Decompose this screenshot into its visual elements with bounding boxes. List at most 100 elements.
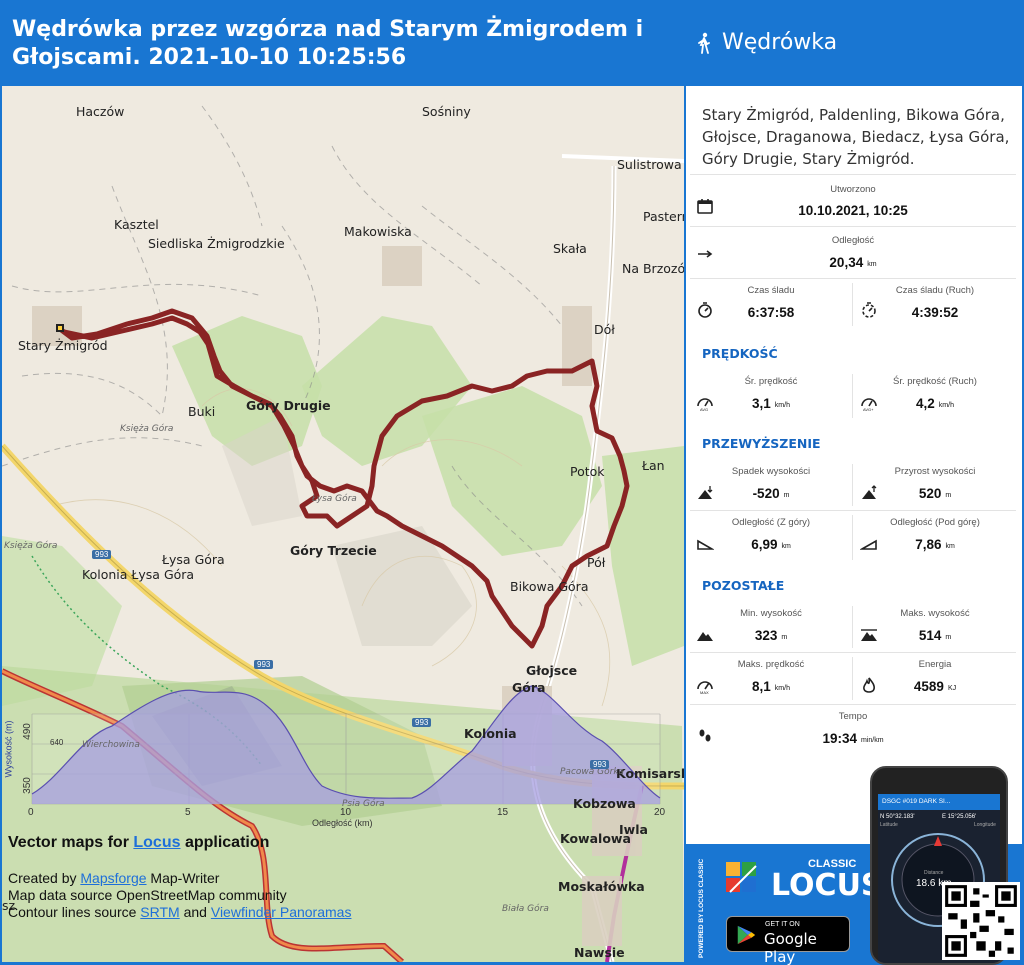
road-shield-993: 993 <box>590 760 610 769</box>
elevation-xtick: 5 <box>185 807 191 818</box>
google-play-badge[interactable]: GET IT ON Google Play <box>726 916 850 965</box>
map-view[interactable]: Haczów Sośniny Sulistrowa Kasztel Siedli… <box>2 86 684 962</box>
place-pol: Pół <box>587 555 606 570</box>
qr-code-icon <box>942 882 1020 960</box>
route-summary: Stary Żmigród, Paldenling, Bikowa Góra, … <box>702 106 1010 168</box>
place-lysa-gora-small: Łysa Góra <box>312 494 357 504</box>
credits-title: Vector maps for Locus application <box>8 834 408 852</box>
divider <box>852 464 853 506</box>
stat-dist-up-value-wrap: 7,86 km <box>854 537 1016 552</box>
stat-pace-value: 19:34 <box>822 731 857 746</box>
place-haczow: Haczów <box>76 104 125 119</box>
locus-link[interactable]: Locus <box>133 834 180 851</box>
stat-dist-down-value: 6,99 <box>751 537 778 552</box>
place-ksieza-gora: Księża Góra <box>120 424 174 434</box>
place-bikowa-gora: Bikowa Góra <box>510 579 589 594</box>
stats-panel: Stary Żmigród, Paldenling, Bikowa Góra, … <box>686 86 1022 844</box>
road-shield-993: 993 <box>412 718 432 727</box>
stat-distance-value-wrap: 20,34 km <box>690 255 1016 270</box>
place-sosniny: Sośniny <box>422 104 471 119</box>
elevation-xtick: 20 <box>654 807 666 818</box>
stat-min-elev-cell: Min. wysokość 323 m <box>690 602 852 652</box>
stat-distance-unit: km <box>867 261 877 268</box>
stat-avg-speed-moving-cell: AVG+ Śr. prędkość (Ruch) 4,2 km/h <box>854 370 1016 422</box>
stat-ascent-unit: m <box>945 492 952 499</box>
section-other: POZOSTAŁE <box>702 578 785 593</box>
place-na-brzozow: Na Brzozów <box>622 261 684 276</box>
place-gory-drugie: Góry Drugie <box>246 398 331 413</box>
stat-max-speed-label: Maks. prędkość <box>737 659 805 670</box>
place-makowiska: Makowiska <box>344 224 412 239</box>
phone-distance-label: Distance <box>924 870 944 876</box>
place-glojsce: Głojsce <box>526 663 578 678</box>
powered-by-label: POWERED BY LOCUS CLASSIC <box>698 858 705 958</box>
stat-ascent-cell: Przyrost wysokości 520 m <box>854 460 1016 510</box>
stat-elevation-range: Min. wysokość 323 m Maks. wysokość 514 m <box>690 602 1016 652</box>
credits-title-suffix: application <box>180 834 270 851</box>
place-kasztel: Kasztel <box>114 217 159 232</box>
stat-pace-unit: min/km <box>860 737 884 744</box>
credits-title-prefix: Vector maps for <box>8 834 134 851</box>
stat-descent-unit: m <box>783 492 790 499</box>
place-potok: Potok <box>570 464 605 479</box>
stat-max-elev-unit: m <box>945 634 952 641</box>
place-komisarskie: Komisarskie <box>616 766 684 781</box>
elevation-ytick: 490 <box>21 723 33 740</box>
stat-pace-cell: Tempo 19:34 min/km <box>690 705 1016 756</box>
stat-energy-unit: KJ <box>947 685 957 692</box>
root: Wędrówka przez wzgórza nad Starym Żmigro… <box>0 0 1024 965</box>
elevation-ylabel: Wysokość (m) <box>3 720 14 778</box>
divider <box>852 606 853 648</box>
stat-descent-cell: Spadek wysokości -520 m <box>690 460 852 510</box>
stat-avg-speed-value-wrap: 3,1 km/h <box>690 396 852 411</box>
stat-dist-down-label: Odległość (Z góry) <box>731 517 811 528</box>
place-biala-gora: Biała Góra <box>502 904 549 914</box>
credits-line-3: Contour lines source SRTM and Viewfinder… <box>8 904 408 921</box>
locus-promo: POWERED BY LOCUS CLASSIC CLASSIC LOCUS G… <box>684 766 1024 965</box>
stat-avg-speed-cell: AVG Śr. prędkość 3,1 km/h <box>690 370 852 422</box>
stat-ascent-label: Przyrost wysokości <box>894 466 976 477</box>
stat-dist-up-unit: km <box>945 543 955 550</box>
place-pastern: Pastern <box>643 209 684 224</box>
stat-slope-distance: Odległość (Z góry) 6,99 km Odległość (Pod… <box>690 510 1016 564</box>
track-title: Wędrówka przez wzgórza nad Starym Żmigro… <box>12 17 644 70</box>
mapsforge-link[interactable]: Mapsforge <box>80 870 146 886</box>
stat-distance-value: 20,34 <box>829 255 864 270</box>
phone-longitude: Longitude <box>974 822 996 828</box>
stat-created: Utworzono 10.10.2021, 10:25 <box>690 174 1016 224</box>
phone-coord-e: E 15°25.056' <box>942 814 977 820</box>
place-buki: Buki <box>188 404 216 419</box>
stat-energy-label: Energia <box>918 659 952 670</box>
place-nawsie: Nawsie <box>574 945 625 960</box>
place-kowalowa: Kowalowa <box>560 831 631 846</box>
stat-min-elev-value-wrap: 323 m <box>690 628 852 643</box>
elevation-xlabel: Odległość (km) <box>312 818 373 828</box>
viewfinder-link[interactable]: Viewfinder Panoramas <box>211 904 352 920</box>
credits-line1-suffix: Map-Writer <box>146 870 220 886</box>
place-lysa-gora: Łysa Góra <box>162 552 225 567</box>
stat-track-time-moving-cell: Czas śladu (Ruch) 4:39:52 <box>854 279 1016 330</box>
road-shield-993: 993 <box>254 660 274 669</box>
credits-line3-prefix: Contour lines source <box>8 904 141 920</box>
stat-min-elev-unit: m <box>781 634 788 641</box>
divider <box>852 515 853 560</box>
stat-max-elev-value-wrap: 514 m <box>854 628 1016 643</box>
credits-line-2: Map data source OpenStreetMap community <box>8 887 287 903</box>
stat-distance-cell: Odległość 20,34 km <box>690 227 1016 276</box>
srtm-link[interactable]: SRTM <box>140 904 179 920</box>
place-sulistrowa: Sulistrowa <box>617 157 682 172</box>
stat-pace-value-wrap: 19:34 min/km <box>690 731 1016 746</box>
stat-track-time-cell: Czas śladu 6:37:58 <box>690 279 852 330</box>
stat-dist-down-unit: km <box>781 543 791 550</box>
stat-descent-label: Spadek wysokości <box>731 466 811 477</box>
activity-type-label: Wędrówka <box>722 30 838 55</box>
stat-energy-value: 4589 <box>913 679 944 694</box>
play-store-icon <box>737 925 756 945</box>
elevation-xtick: 15 <box>497 807 509 818</box>
elevation-ytick: 350 <box>21 777 33 794</box>
place-gory-trzecie: Góry Trzecie <box>290 543 377 558</box>
divider <box>852 374 853 418</box>
stat-max-speed-value: 8,1 <box>752 679 771 694</box>
stat-energy-cell: Energia 4589 KJ <box>854 653 1016 704</box>
credits-line1-prefix: Created by <box>8 870 81 886</box>
